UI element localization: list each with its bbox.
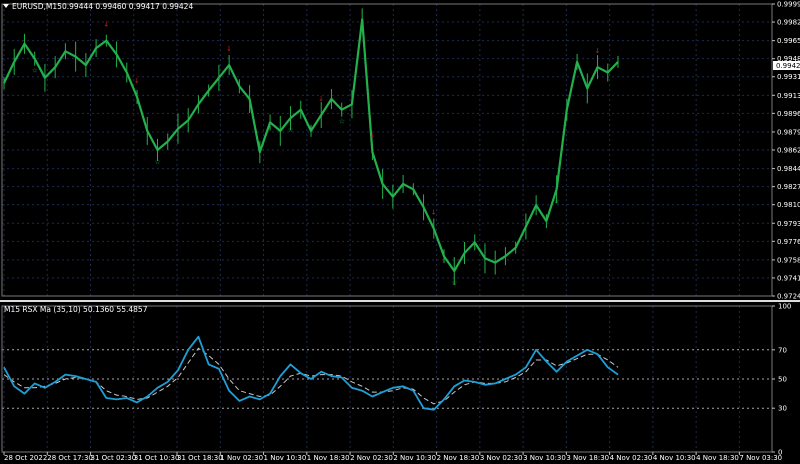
y-tick-label: 0.97760: [777, 238, 800, 246]
y-tick-label: 0.97415: [777, 274, 800, 282]
fractal-down-icon: ↓: [134, 77, 140, 85]
y-tick-label: 0.98790: [777, 128, 800, 136]
y-tick-label: 0.99310: [777, 73, 800, 81]
fractal-up-icon: ☆: [554, 197, 560, 205]
fractal-down-icon: ↓: [103, 21, 109, 29]
indicator-header: M15 RSX Ma (35,10) 50.1360 55.4857: [4, 305, 148, 314]
x-tick-label: 4 Nov 02:30: [610, 454, 653, 462]
x-tick-label: 31 Oct 10:30: [134, 454, 180, 462]
y-tick-label: 50: [778, 376, 787, 384]
x-tick-label: 3 Nov 02:30: [480, 454, 523, 462]
axes: 0.999950.998250.996500.994800.993100.991…: [0, 1, 800, 462]
fractal-down-icon: ↓: [595, 47, 601, 55]
x-tick-label: 4 Nov 18:30: [696, 454, 739, 462]
x-tick-label: 7 Nov 03:30: [739, 454, 782, 462]
y-tick-label: 0.98965: [777, 110, 800, 118]
fractal-up-icon: ☆: [155, 158, 161, 166]
x-tick-label: 3 Nov 10:30: [523, 454, 566, 462]
y-tick-label: 100: [778, 303, 791, 311]
fractal-down-icon: ↓: [369, 132, 375, 140]
x-tick-label: 31 Oct 02:30: [91, 454, 137, 462]
x-tick-label: 2 Nov 02:30: [350, 454, 393, 462]
main-symbol: EURUSD,M15: [12, 2, 62, 11]
indicator-series: [3, 335, 619, 411]
y-tick-label: 0.97245: [777, 293, 800, 301]
current-price-label: 0.99424: [776, 62, 800, 70]
y-tick-label: 0: [778, 449, 782, 457]
x-tick-label: 1 Nov 10:30: [264, 454, 307, 462]
y-tick-label: 0.99135: [777, 92, 800, 100]
grid: [2, 3, 772, 452]
fractal-down-icon: ↓: [318, 95, 324, 103]
x-tick-label: 3 Nov 18:30: [566, 454, 609, 462]
y-tick-label: 0.98275: [777, 183, 800, 191]
x-tick-label: 2 Nov 10:30: [393, 454, 436, 462]
chart-canvas: ☆ ↓ ↓ ☆ ↓ ☆ ↓ ☆ ↓ ↓ ☆ ☆ ↓ 0.99995 0.99825 0.99650 0.994…: [0, 1, 800, 462]
fractal-down-icon: ↓: [431, 209, 437, 217]
x-tick-label: 2 Nov 18:30: [437, 454, 480, 462]
x-tick-label: 28 Oct 2022: [4, 454, 47, 462]
y-tick-label: 70: [778, 346, 787, 354]
y-tick-label: 0.98105: [777, 201, 800, 209]
fractal-up-icon: ☆: [339, 118, 345, 126]
y-tick-label: 30: [778, 405, 787, 413]
main-ohlc: 0.99444 0.99460 0.99417 0.99424: [62, 2, 193, 11]
y-tick-label: 0.98445: [777, 165, 800, 173]
x-tick-label: 28 Oct 17:30: [47, 454, 93, 462]
price-series: [3, 8, 619, 286]
y-tick-label: 0.99995: [777, 1, 800, 9]
y-tick-label: 0.99825: [777, 19, 800, 27]
rsx-ma-line: [3, 347, 619, 405]
rsx-line: [3, 335, 619, 411]
y-tick-label: 0.99650: [777, 37, 800, 45]
fractal-up-icon: ☆: [288, 126, 294, 134]
x-tick-label: 4 Nov 10:30: [653, 454, 696, 462]
fractal-up-icon: ☆: [32, 67, 38, 75]
x-tick-label: 1 Nov 02:30: [220, 454, 263, 462]
fractal-up-icon: ☆: [451, 279, 457, 287]
x-tick-label: 31 Oct 18:30: [177, 454, 223, 462]
y-tick-label: 0.97930: [777, 220, 800, 228]
x-tick-label: 1 Nov 18:30: [307, 454, 350, 462]
fractal-down-icon: ↓: [226, 45, 232, 53]
y-tick-label: 0.97585: [777, 256, 800, 264]
y-tick-label: 0.98620: [777, 147, 800, 155]
